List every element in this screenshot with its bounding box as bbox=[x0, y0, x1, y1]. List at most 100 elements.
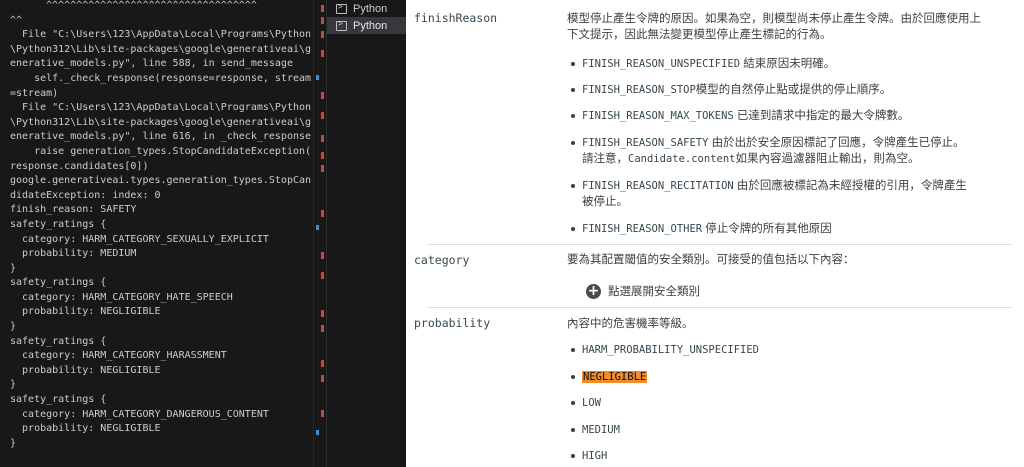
enum-text: 模型的自然停止點或提供的停止順序。 bbox=[695, 84, 892, 96]
plus-icon: + bbox=[586, 282, 601, 299]
scroll-error-marker bbox=[321, 360, 324, 367]
terminal-line: category: HARM_CATEGORY_DANGEROUS_CONTEN… bbox=[10, 408, 269, 420]
scroll-error-marker bbox=[321, 31, 324, 38]
probability-description: 內容中的危害機率等級。 bbox=[567, 318, 694, 330]
field-name-finishReason: finishReason bbox=[414, 11, 498, 25]
terminal-line: \Python312\Lib\site-packages\google\gene… bbox=[10, 43, 312, 55]
enum-text: 停止令牌的所有其他原因 bbox=[702, 223, 832, 235]
bullet-icon bbox=[571, 88, 575, 92]
enum-code: FINISH_REASON_OTHER bbox=[582, 223, 703, 235]
scroll-error-marker bbox=[321, 152, 324, 159]
list-item: FINISH_REASON_RECITATION 由於回應被標記為未經授權的引用… bbox=[567, 178, 967, 210]
enum-code: FINISH_REASON_UNSPECIFIED bbox=[582, 58, 741, 70]
terminal-line: } bbox=[10, 379, 17, 391]
terminal-line: category: HARM_CATEGORY_SEXUALLY_EXPLICI… bbox=[10, 233, 269, 245]
finishReason-description: 模型停止產生令牌的原因。如果為空，則模型尚未停止產生令牌。由於回應使用上下文提示… bbox=[567, 13, 981, 41]
scroll-error-marker bbox=[321, 252, 324, 259]
terminal-line: safety_ratings { bbox=[10, 277, 107, 289]
terminal-line: google.generativeai.types.generation_typ… bbox=[10, 175, 312, 187]
enum-text: 結束原因未明確。 bbox=[740, 58, 836, 70]
bullet-icon bbox=[571, 62, 575, 66]
terminal-tab-python-1[interactable]: Python bbox=[327, 0, 407, 17]
list-item: FINISH_REASON_OTHER 停止令牌的所有其他原因 bbox=[567, 221, 1022, 237]
enum-code: FINISH_REASON_MAX_TOKENS bbox=[582, 110, 734, 122]
enum-text: 如果內容過濾器阻止輸出，則為空。 bbox=[735, 153, 920, 165]
scroll-error-marker bbox=[321, 325, 324, 332]
terminal-line: finish_reason: SAFETY bbox=[10, 204, 137, 216]
bullet-icon bbox=[571, 454, 575, 458]
enum-code: HIGH bbox=[582, 450, 608, 462]
terminal-line: =stream) bbox=[10, 87, 59, 99]
list-item: FINISH_REASON_SAFETY 由於出於安全原因標記了回應，令牌產生已… bbox=[567, 135, 967, 167]
terminal-line: } bbox=[10, 262, 17, 274]
enum-code: FINISH_REASON_SAFETY bbox=[582, 137, 709, 149]
scroll-error-marker bbox=[321, 112, 324, 119]
scroll-error-marker bbox=[321, 5, 324, 12]
api-reference-doc: finishReason 模型停止產生令牌的原因。如果為空，則模型尚未停止產生令… bbox=[406, 0, 1024, 467]
terminal-line: File "C:\Users\123\AppData\Local\Program… bbox=[10, 102, 312, 114]
enum-code-inline: Candidate.content bbox=[628, 153, 736, 165]
list-item: HIGH bbox=[567, 448, 1022, 464]
terminal-line: safety_ratings { bbox=[10, 335, 107, 347]
terminal-line: probability: NEGLIGIBLE bbox=[10, 306, 161, 318]
terminal-scrollbar[interactable] bbox=[313, 0, 327, 467]
bullet-icon bbox=[571, 184, 575, 188]
enum-code: FINISH_REASON_RECITATION bbox=[582, 180, 734, 192]
terminal-line: category: HARM_CATEGORY_HATE_SPEECH bbox=[10, 291, 233, 303]
field-name-category: category bbox=[414, 253, 470, 267]
terminal-line: self._check_response(response=response, … bbox=[10, 72, 312, 84]
scroll-error-marker bbox=[321, 410, 324, 417]
terminal-line: response.candidates[0]) bbox=[10, 160, 149, 172]
list-item: LOW bbox=[567, 395, 1022, 411]
terminal-line: ^^ bbox=[10, 14, 23, 26]
terminal-line: probability: NEGLIGIBLE bbox=[10, 364, 161, 376]
terminal-line: safety_ratings { bbox=[10, 394, 107, 406]
bullet-icon bbox=[571, 375, 575, 379]
terminal-output[interactable]: ^^^^^^^^^^^^^^^^^^^^^^^^^^^^^^^^^^^ ^^ Fi… bbox=[0, 0, 313, 467]
bullet-icon bbox=[571, 141, 575, 145]
enum-code: HARM_PROBABILITY_UNSPECIFIED bbox=[582, 344, 760, 356]
terminal-line: \Python312\Lib\site-packages\google\gene… bbox=[10, 116, 312, 128]
scroll-error-marker bbox=[321, 92, 324, 99]
list-item: FINISH_REASON_MAX_TOKENS 已達到請求中指定的最大令牌數。 bbox=[567, 108, 1022, 124]
enum-text: 已達到請求中指定的最大令牌數。 bbox=[733, 110, 910, 122]
scroll-info-marker bbox=[316, 75, 319, 80]
terminal-line: } bbox=[10, 437, 17, 449]
terminal-line: } bbox=[10, 321, 17, 333]
list-item: FINISH_REASON_UNSPECIFIED 結束原因未明確。 bbox=[567, 56, 1022, 72]
scroll-error-marker bbox=[321, 210, 324, 217]
scroll-error-marker bbox=[321, 135, 324, 142]
terminal-tab-label: Python bbox=[353, 19, 388, 32]
terminal-line: category: HARM_CATEGORY_HARASSMENT bbox=[10, 350, 227, 362]
bullet-icon bbox=[571, 227, 575, 231]
field-name-probability: probability bbox=[414, 316, 491, 330]
terminal-line: safety_ratings { bbox=[10, 218, 107, 230]
scroll-error-marker bbox=[321, 17, 324, 24]
bullet-icon bbox=[571, 401, 575, 405]
enum-code: MEDIUM bbox=[582, 424, 620, 436]
terminal-line: probability: MEDIUM bbox=[10, 248, 137, 260]
row-divider bbox=[427, 307, 1012, 308]
scroll-error-marker bbox=[321, 375, 324, 382]
list-item: HARM_PROBABILITY_UNSPECIFIED bbox=[567, 342, 1022, 358]
terminal-line: raise generation_types.StopCandidateExce… bbox=[10, 145, 312, 157]
terminal-line: File "C:\Users\123\AppData\Local\Program… bbox=[10, 29, 312, 41]
terminal-list: Python Python bbox=[326, 0, 407, 467]
terminal-icon bbox=[336, 19, 347, 31]
terminal-icon bbox=[336, 2, 347, 14]
scroll-error-marker bbox=[321, 310, 324, 317]
terminal-tab-label: Python bbox=[353, 2, 388, 15]
scroll-error-marker bbox=[321, 165, 324, 172]
list-item: NEGLIGIBLE bbox=[567, 369, 1022, 385]
bullet-icon bbox=[571, 348, 575, 352]
scroll-info-marker bbox=[316, 225, 319, 230]
bullet-icon bbox=[571, 114, 575, 118]
scroll-error-marker bbox=[321, 272, 324, 279]
scroll-error-marker bbox=[321, 50, 324, 57]
terminal-tab-python-2[interactable]: Python bbox=[327, 17, 407, 34]
enum-code: LOW bbox=[582, 397, 601, 409]
expand-safety-categories[interactable]: + 點選展開安全類別 bbox=[586, 283, 700, 299]
expand-label: 點選展開安全類別 bbox=[608, 286, 700, 298]
terminal-line: enerative_models.py", line 588, in send_… bbox=[10, 58, 293, 70]
enum-code-highlighted: NEGLIGIBLE bbox=[582, 371, 648, 383]
